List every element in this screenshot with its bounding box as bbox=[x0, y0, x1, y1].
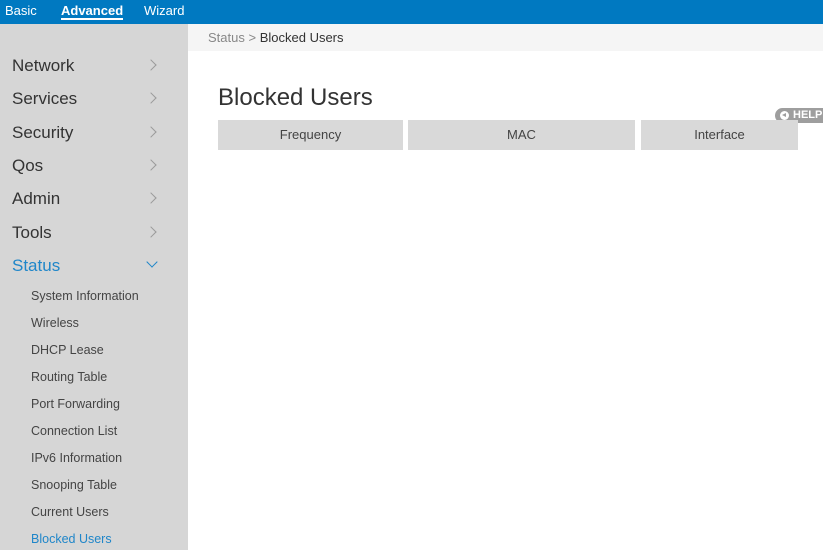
sidebar-item-label: Network bbox=[12, 56, 75, 75]
chevron-right-icon bbox=[145, 92, 157, 104]
sidebar-item-network[interactable]: Network bbox=[0, 50, 188, 80]
sidebar-item-services[interactable]: Services bbox=[0, 83, 188, 113]
sidebar-item-status[interactable]: Status bbox=[0, 250, 188, 280]
sidebar-item-label: Status bbox=[12, 256, 61, 275]
column-header-interface: Interface bbox=[641, 120, 798, 150]
sidebar-subitem-routing-table[interactable]: Routing Table bbox=[31, 369, 107, 385]
chevron-right-icon bbox=[145, 226, 157, 238]
help-arrow-icon bbox=[780, 111, 789, 120]
chevron-down-icon bbox=[146, 256, 158, 268]
sidebar: Network Services Security Qos Admin Tool… bbox=[0, 24, 188, 550]
sidebar-item-label: Admin bbox=[12, 189, 61, 208]
sidebar-item-qos[interactable]: Qos bbox=[0, 150, 188, 180]
tab-advanced[interactable]: Advanced bbox=[61, 4, 124, 20]
sidebar-subitem-blocked-users[interactable]: Blocked Users bbox=[31, 531, 112, 547]
breadcrumb-bar: Status > Blocked Users bbox=[188, 24, 823, 51]
tab-basic[interactable]: Basic bbox=[5, 4, 37, 18]
column-header-frequency: Frequency bbox=[218, 120, 403, 150]
breadcrumb-separator: > bbox=[248, 30, 260, 45]
sidebar-subitem-system-information[interactable]: System Information bbox=[31, 288, 139, 304]
sidebar-item-label: Tools bbox=[12, 223, 52, 242]
column-header-mac: MAC bbox=[408, 120, 635, 150]
sidebar-item-tools[interactable]: Tools bbox=[0, 217, 188, 247]
sidebar-subitem-connection-list[interactable]: Connection List bbox=[31, 423, 117, 439]
sidebar-item-label: Services bbox=[12, 89, 78, 108]
chevron-right-icon bbox=[145, 59, 157, 71]
sidebar-subitem-wireless[interactable]: Wireless bbox=[31, 315, 79, 331]
chevron-right-icon bbox=[145, 192, 157, 204]
chevron-right-icon bbox=[145, 159, 157, 171]
sidebar-subitem-ipv6-information[interactable]: IPv6 Information bbox=[31, 450, 122, 466]
tab-wizard[interactable]: Wizard bbox=[144, 4, 184, 18]
chevron-right-icon bbox=[145, 126, 157, 138]
sidebar-subitem-dhcp-lease[interactable]: DHCP Lease bbox=[31, 342, 104, 358]
breadcrumb-status-link[interactable]: Status bbox=[208, 30, 245, 45]
breadcrumb: Status > Blocked Users bbox=[208, 30, 344, 45]
breadcrumb-current: Blocked Users bbox=[259, 30, 344, 45]
sidebar-subitem-snooping-table[interactable]: Snooping Table bbox=[31, 477, 117, 493]
top-nav-bar: Basic Advanced Wizard bbox=[0, 0, 823, 24]
page-title: Blocked Users bbox=[218, 84, 373, 111]
sidebar-item-admin[interactable]: Admin bbox=[0, 183, 188, 213]
sidebar-subitem-port-forwarding[interactable]: Port Forwarding bbox=[31, 396, 120, 412]
sidebar-item-label: Qos bbox=[12, 156, 44, 175]
sidebar-subitem-current-users[interactable]: Current Users bbox=[31, 504, 109, 520]
sidebar-item-label: Security bbox=[12, 123, 74, 142]
sidebar-item-security[interactable]: Security bbox=[0, 117, 188, 147]
